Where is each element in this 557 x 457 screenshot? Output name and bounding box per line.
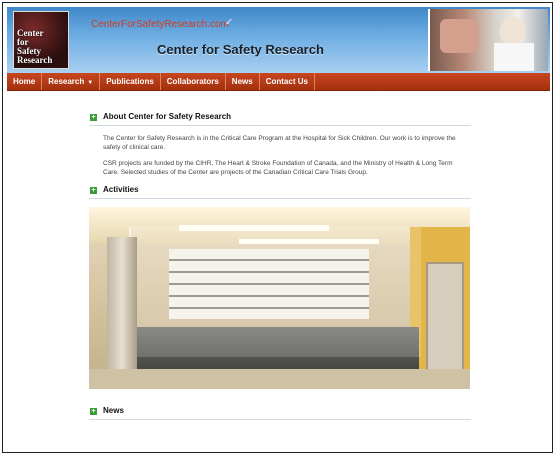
logo-text: Center for Safety Research xyxy=(17,28,53,65)
nav-item-news[interactable]: News xyxy=(226,73,260,90)
section-header-activities: + Activities xyxy=(89,184,471,199)
photo-glass-partition xyxy=(129,227,421,357)
photo-door xyxy=(426,262,464,376)
photo-pillar xyxy=(107,237,137,389)
banner-photo-coat xyxy=(494,43,534,71)
about-paragraph-2: CSR projects are funded by the CIHR, The… xyxy=(103,160,453,176)
nav-item-research-label: Research xyxy=(48,77,85,86)
nav-item-contact-us[interactable]: Contact Us xyxy=(260,73,315,90)
main-content: + About Center for Safety Research The C… xyxy=(89,111,471,428)
browser-frame: Center for Safety Research CenterForSafe… xyxy=(2,2,553,453)
about-paragraph-1: The Center for Safety Research is in the… xyxy=(103,135,456,151)
nav-item-research[interactable]: Research ▼ xyxy=(42,73,101,90)
section-header-about: + About Center for Safety Research xyxy=(89,111,471,126)
nav-item-publications[interactable]: Publications xyxy=(100,73,161,90)
banner-photo xyxy=(428,9,548,71)
plus-square-icon: + xyxy=(90,408,97,415)
plus-square-icon: + xyxy=(90,114,97,121)
photo-floor xyxy=(89,369,470,389)
site-header: Center for Safety Research CenterForSafe… xyxy=(7,7,550,73)
section-header-news: + News xyxy=(89,405,471,420)
plus-square-icon: + xyxy=(90,187,97,194)
site-url[interactable]: CenterForSafetyResearch.com xyxy=(91,19,229,30)
check-icon: ✓ xyxy=(225,17,234,28)
section-title-news: News xyxy=(103,406,124,415)
nav-item-home[interactable]: Home xyxy=(7,73,43,90)
section-title-about: About Center for Safety Research xyxy=(103,112,232,121)
section-title-activities: Activities xyxy=(103,185,139,194)
site-logo[interactable]: Center for Safety Research xyxy=(13,11,69,69)
caret-down-icon: ▼ xyxy=(87,80,94,86)
banner-photo-element xyxy=(440,19,478,53)
nav-item-collaborators[interactable]: Collaborators xyxy=(161,73,226,90)
activities-photo xyxy=(89,207,470,389)
site-title: Center for Safety Research xyxy=(157,42,324,57)
main-nav: Home Research ▼ Publications Collaborator… xyxy=(7,73,550,91)
